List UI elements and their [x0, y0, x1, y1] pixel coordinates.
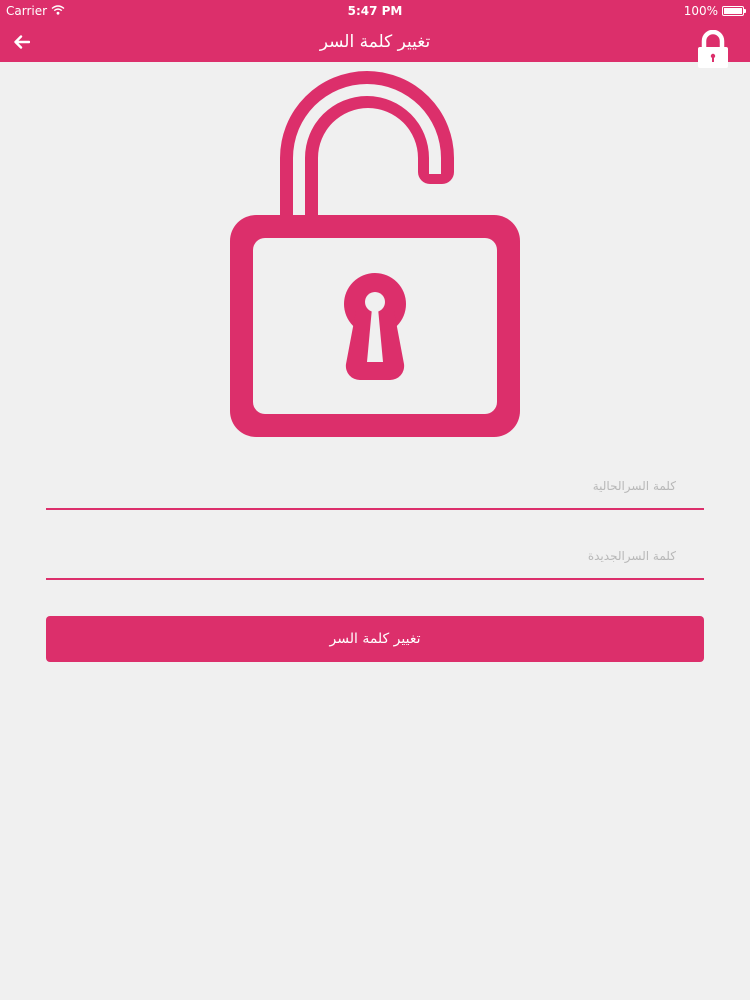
current-password-input[interactable] [46, 466, 704, 506]
battery-icon [722, 6, 746, 16]
change-password-button[interactable]: تغيير كلمة السر [46, 616, 704, 662]
top-bar: Carrier 5:47 PM 100% تغيير كلمة السر [0, 0, 750, 68]
battery-percent: 100% [683, 4, 718, 18]
new-password-input[interactable] [46, 536, 704, 576]
password-form: تغيير كلمة السر [46, 466, 704, 662]
hero-illustration [225, 68, 525, 440]
new-password-field [46, 536, 704, 580]
current-password-field [46, 466, 704, 510]
unlocked-padlock-icon [230, 71, 520, 437]
status-bar: Carrier 5:47 PM 100% [0, 0, 750, 22]
change-password-screen: Carrier 5:47 PM 100% تغيير كلمة السر تغي… [0, 0, 750, 1000]
battery-level [724, 8, 742, 14]
lock-button[interactable] [696, 29, 730, 70]
status-time: 5:47 PM [347, 4, 403, 18]
page-title: تغيير كلمة السر [319, 32, 431, 52]
lock-icon [698, 29, 728, 68]
navigation-bar: تغيير كلمة السر [0, 22, 750, 68]
status-right: 100% [683, 0, 746, 22]
